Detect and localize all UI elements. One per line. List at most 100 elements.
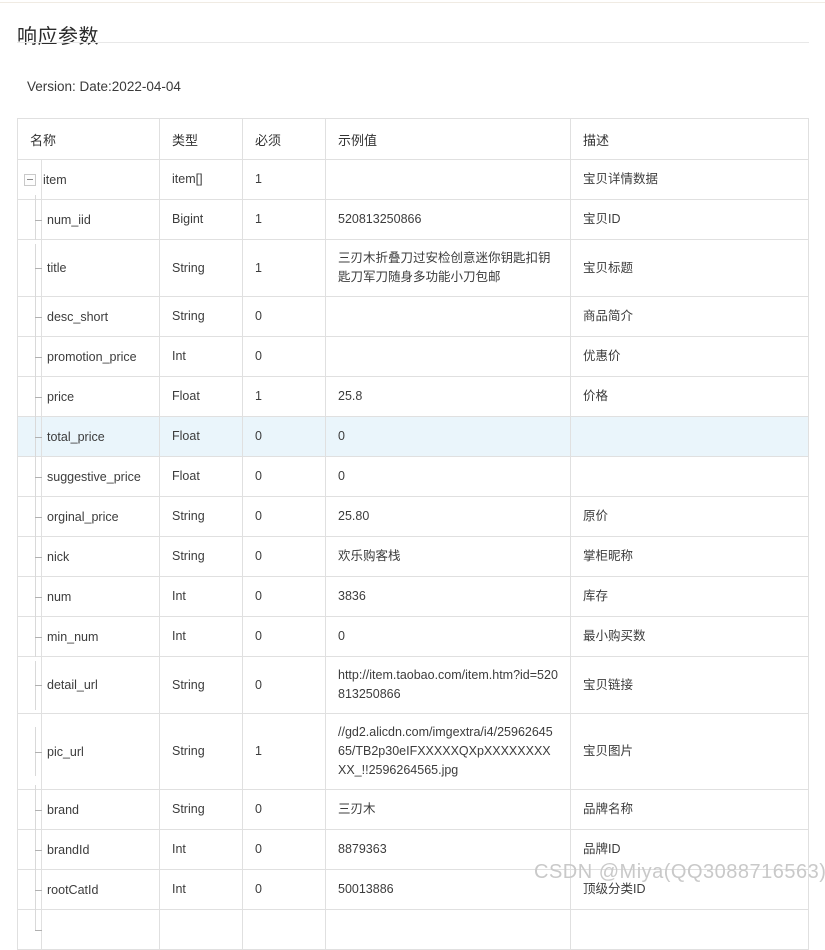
table-row[interactable]: brandId Int 0 8879363 品牌ID <box>17 825 809 874</box>
param-type-value: Int <box>172 629 186 643</box>
param-sample-cell: 25.8 <box>325 376 571 417</box>
table-row[interactable]: num_iid Bigint 1 520813250866 宝贝ID <box>17 195 809 244</box>
param-name-cell: min_num <box>17 612 160 661</box>
table-body: item item[] 1 宝贝详情数据 num_iid Bigint 1 520813250… <box>17 159 809 950</box>
param-desc-cell: 掌柜昵称 <box>570 536 809 577</box>
param-name-label: detail_url <box>47 678 98 692</box>
param-name-label: brandId <box>47 842 90 857</box>
table-row[interactable] <box>17 905 809 950</box>
param-sample-cell: http://item.taobao.com/item.htm?id=52081… <box>325 656 571 714</box>
param-name-inner: num <box>18 572 159 621</box>
param-required-value: 1 <box>255 172 262 186</box>
param-desc-cell: 宝贝图片 <box>570 713 809 790</box>
tree-branch-icon <box>24 372 47 421</box>
collapse-minus-icon[interactable] <box>24 173 36 186</box>
param-desc-cell <box>570 416 809 457</box>
param-desc-cell: 品牌名称 <box>570 789 809 830</box>
param-type-cell: Int <box>159 869 243 910</box>
param-required-value: 1 <box>255 212 262 226</box>
tree-branch-icon <box>24 292 47 341</box>
param-sample-cell: 8879363 <box>325 829 571 870</box>
param-type-cell: String <box>159 239 243 297</box>
param-sample-value <box>326 348 570 366</box>
param-name-inner: promotion_price <box>18 332 159 381</box>
table-row[interactable]: suggestive_price Float 0 0 <box>17 452 809 501</box>
param-type-cell: Int <box>159 576 243 617</box>
table-row[interactable]: min_num Int 0 0 最小购买数 <box>17 612 809 661</box>
param-type-cell: String <box>159 296 243 337</box>
param-desc-cell: 顶级分类ID <box>570 869 809 910</box>
table-row[interactable]: nick String 0 欢乐购客栈 掌柜昵称 <box>17 532 809 581</box>
table-row[interactable]: price Float 1 25.8 价格 <box>17 372 809 421</box>
param-name-cell: rootCatId <box>17 865 160 914</box>
table-row[interactable]: total_price Float 0 0 <box>17 412 809 461</box>
param-desc-value: 掌柜昵称 <box>583 549 634 563</box>
table-row[interactable]: num Int 0 3836 库存 <box>17 572 809 621</box>
param-name-cell: promotion_price <box>17 332 160 381</box>
table-row[interactable]: pic_url String 1 //gd2.alicdn.com/imgextra/… <box>17 713 809 790</box>
param-sample-value: //gd2.alicdn.com/imgextra/i4/2596264565/… <box>338 725 553 777</box>
tree-branch-icon <box>24 660 47 710</box>
param-type-cell: String <box>159 789 243 830</box>
table-row[interactable]: detail_url String 0 http://item.taobao.com/… <box>17 656 809 714</box>
param-name-label: price <box>47 389 75 404</box>
param-sample-cell <box>325 296 571 337</box>
tree-branch-icon <box>24 905 47 940</box>
table-header: 名称 类型 必须 示例值 描述 <box>17 118 809 160</box>
param-type-cell: String <box>159 536 243 577</box>
param-name-cell: detail_url <box>17 656 160 714</box>
table-row[interactable]: rootCatId Int 0 50013886 顶级分类ID <box>17 865 809 914</box>
table-row[interactable]: promotion_price Int 0 优惠价 <box>17 332 809 381</box>
tree-branch-icon <box>24 785 47 834</box>
table-row[interactable]: title String 1 三刃木折叠刀过安检创意迷你钥匙扣钥匙刀军刀随身多功能小刀… <box>17 239 809 297</box>
param-type-value: String <box>172 744 205 758</box>
param-type-cell: Int <box>159 616 243 657</box>
param-required-value: 0 <box>255 802 262 816</box>
param-required-value: 0 <box>255 429 262 443</box>
param-required-value: 0 <box>255 842 262 856</box>
param-type-cell: item[] <box>159 159 243 200</box>
param-name-label: num <box>47 589 72 604</box>
param-desc-value <box>571 921 808 939</box>
param-name-cell: total_price <box>17 412 160 461</box>
param-type-cell: Bigint <box>159 199 243 240</box>
param-sample-cell: 0 <box>325 416 571 457</box>
param-type-value: String <box>172 260 205 275</box>
param-type-cell: String <box>159 713 243 790</box>
table-row[interactable]: brand String 0 三刃木 品牌名称 <box>17 785 809 834</box>
param-name-cell: num <box>17 572 160 621</box>
param-required-cell: 0 <box>242 416 326 457</box>
param-sample-value: 25.80 <box>338 509 370 523</box>
param-desc-value: 品牌名称 <box>583 802 634 816</box>
table-row[interactable]: orginal_price String 0 25.80 原价 <box>17 492 809 541</box>
param-sample-cell <box>325 909 571 950</box>
param-name-inner: brandId <box>18 825 159 874</box>
param-required-value: 0 <box>255 629 262 643</box>
table-row[interactable]: item item[] 1 宝贝详情数据 <box>17 159 809 200</box>
param-required-cell: 0 <box>242 536 326 577</box>
param-type-cell: Int <box>159 829 243 870</box>
param-required-cell: 0 <box>242 869 326 910</box>
param-name-inner: desc_short <box>18 292 159 341</box>
param-type-cell: Float <box>159 376 243 417</box>
param-desc-cell: 优惠价 <box>570 336 809 377</box>
param-required-cell: 1 <box>242 713 326 790</box>
table-row[interactable]: desc_short String 0 商品简介 <box>17 292 809 341</box>
param-desc-value: 商品简介 <box>583 309 634 323</box>
param-type-cell: Float <box>159 456 243 497</box>
param-name-label: orginal_price <box>47 509 119 524</box>
param-required-value: 0 <box>255 469 262 483</box>
version-date-text: Version: Date:2022-04-04 <box>27 79 181 94</box>
param-sample-cell: 0 <box>325 616 571 657</box>
param-sample-value <box>326 921 570 939</box>
param-name-label: total_price <box>47 429 105 444</box>
param-required-cell: 0 <box>242 576 326 617</box>
param-name-inner: brand <box>18 785 159 834</box>
param-sample-value: 3836 <box>338 589 366 603</box>
param-type-value: String <box>172 309 205 323</box>
param-desc-value: 库存 <box>583 589 609 603</box>
param-required-cell: 0 <box>242 456 326 497</box>
tree-branch-icon <box>24 243 47 293</box>
param-name-cell: price <box>17 372 160 421</box>
param-name-inner: rootCatId <box>18 865 159 914</box>
